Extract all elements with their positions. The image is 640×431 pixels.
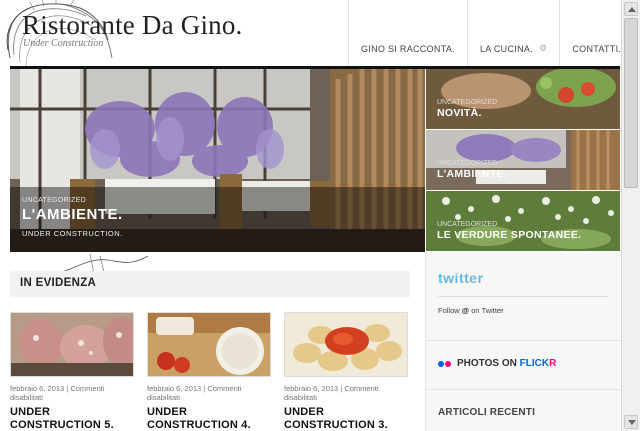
follow-prefix: Follow: [438, 306, 460, 315]
flickr-icon: [438, 361, 451, 367]
post-title[interactable]: UNDER CONSTRUCTION 4.: [147, 406, 271, 431]
divider: [426, 389, 621, 390]
nav-item-gino-si-racconta[interactable]: GINO SI RACCONTA.: [349, 0, 468, 66]
slider-title[interactable]: L'AMBIENTE.: [22, 206, 123, 223]
slider-thumbnails: UNCATEGORIZED NOVITÀ. UNCATEGORIZED L'AM…: [426, 69, 620, 252]
slider-category[interactable]: UNCATEGORIZED: [22, 197, 86, 204]
thumb-category[interactable]: UNCATEGORIZED: [437, 99, 497, 106]
recent-posts-title: ARTICOLI RECENTI: [438, 407, 536, 418]
slider-excerpt: UNDER CONSTRUCTION.: [22, 229, 123, 238]
thumb-title[interactable]: L'AMBIENTE.: [437, 168, 507, 180]
section-title: IN EVIDENZA: [20, 277, 97, 289]
thumb-title[interactable]: LE VERDURE SPONTANEE.: [437, 229, 581, 241]
post-card[interactable]: febbraio 6, 2013 | Commenti disabilitati…: [10, 312, 134, 431]
post-image[interactable]: [10, 312, 134, 377]
post-card[interactable]: febbraio 6, 2013 | Commenti disabilitati…: [284, 312, 408, 431]
scroll-up-button[interactable]: [624, 2, 638, 16]
nav-label: GINO SI RACCONTA.: [361, 44, 455, 54]
sidebar: twitter Follow @ on Twitter PHOTOS ON FL…: [425, 252, 621, 431]
nav-item-la-cucina[interactable]: LA CUCINA. ⚙: [468, 0, 561, 66]
post-photo: [148, 313, 270, 376]
thumb-verdure-spontanee[interactable]: UNCATEGORIZED LE VERDURE SPONTANEE.: [426, 191, 620, 252]
flickr-name-2: R: [549, 358, 557, 369]
post-image[interactable]: [147, 312, 271, 377]
post-meta: febbraio 6, 2013 | Commenti disabilitati: [284, 384, 379, 402]
scrollbar-thumb[interactable]: [624, 18, 638, 188]
thumb-category[interactable]: UNCATEGORIZED: [437, 160, 497, 167]
featured-slider[interactable]: UNCATEGORIZED L'AMBIENTE. UNDER CONSTRUC…: [10, 69, 425, 252]
flickr-name-1: FLICK: [519, 358, 550, 369]
site-subtitle: Under Construction: [23, 38, 104, 49]
follow-suffix: on Twitter: [471, 306, 504, 315]
scroll-down-icon: [628, 420, 636, 425]
site-header: Ristorante Da Gino. Under Construction G…: [0, 0, 640, 67]
gear-icon: ⚙: [538, 43, 548, 53]
post-meta: febbraio 6, 2013 | Commenti disabilitati: [10, 384, 105, 402]
thumb-title[interactable]: NOVITÀ.: [437, 107, 482, 119]
post-title[interactable]: UNDER CONSTRUCTION 5.: [10, 406, 134, 431]
twitter-icon[interactable]: twitter: [438, 270, 484, 286]
scroll-down-button[interactable]: [624, 415, 638, 429]
nav-label: LA CUCINA.: [479, 44, 533, 54]
vertical-scrollbar[interactable]: [621, 0, 640, 431]
flickr-widget-title[interactable]: PHOTOS ON FLICKR: [457, 358, 556, 369]
thumb-ambiente[interactable]: UNCATEGORIZED L'AMBIENTE.: [426, 130, 620, 191]
main-nav: GINO SI RACCONTA. LA CUCINA. ⚙ CONTATTI.: [348, 0, 635, 66]
site-title[interactable]: Ristorante Da Gino.: [22, 10, 243, 41]
post-meta: febbraio 6, 2013 | Commenti disabilitati: [147, 384, 242, 402]
follow-at: @: [461, 306, 470, 315]
thumb-category[interactable]: UNCATEGORIZED: [437, 221, 497, 228]
post-image[interactable]: [284, 312, 408, 377]
slider-caption: UNCATEGORIZED L'AMBIENTE. UNDER CONSTRUC…: [10, 187, 425, 252]
divider: [438, 296, 608, 297]
nav-label: CONTATTI.: [572, 44, 622, 54]
thumb-novita[interactable]: UNCATEGORIZED NOVITÀ.: [426, 69, 620, 130]
post-photo: [285, 313, 407, 376]
twitter-follow-link[interactable]: Follow @ on Twitter: [438, 306, 504, 315]
twitter-logo-text: twitter: [438, 270, 484, 286]
post-card[interactable]: febbraio 6, 2013 | Commenti disabilitati…: [147, 312, 271, 431]
scroll-up-icon: [628, 7, 636, 12]
photos-prefix: PHOTOS ON: [457, 358, 517, 369]
in-evidenza-header: IN EVIDENZA: [10, 271, 410, 297]
divider: [426, 340, 621, 341]
post-title[interactable]: UNDER CONSTRUCTION 3.: [284, 406, 408, 431]
post-photo: [11, 313, 133, 376]
